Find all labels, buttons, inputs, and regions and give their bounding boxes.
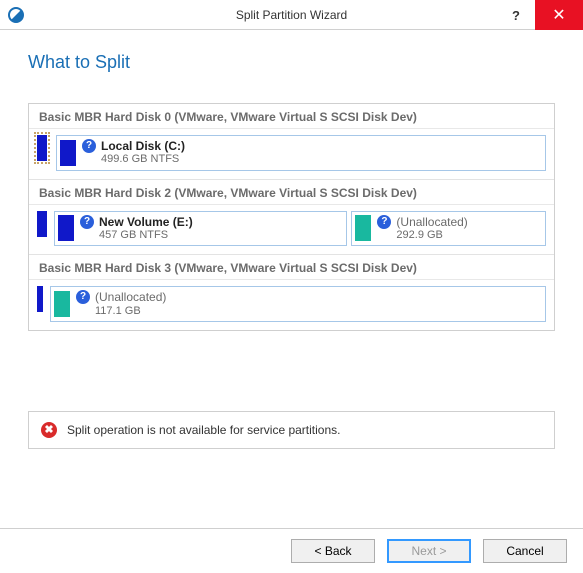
partition-text: ?(Unallocated) 292.9 GB <box>377 215 467 243</box>
warning-box: ✖ Split operation is not available for s… <box>28 411 555 449</box>
disk-header: Basic MBR Hard Disk 0 (VMware, VMware Vi… <box>29 104 554 129</box>
partition-size: 457 GB NTFS <box>99 229 193 242</box>
partition-color-icon <box>58 215 74 241</box>
partition-row: ?(Unallocated) 117.1 GB <box>29 280 554 330</box>
footer: < Back Next > Cancel <box>0 528 583 573</box>
disk-bar-icon <box>37 211 47 237</box>
partition-name: ?New Volume (E:) <box>80 215 193 229</box>
partition-name: ?(Unallocated) <box>76 290 166 304</box>
next-button[interactable]: Next > <box>387 539 471 563</box>
disk-group-1: Basic MBR Hard Disk 2 (VMware, VMware Vi… <box>29 180 554 256</box>
partition-text: ?New Volume (E:) 457 GB NTFS <box>80 215 193 243</box>
error-icon: ✖ <box>41 422 57 438</box>
partition-color-icon <box>60 140 76 166</box>
help-icon: ? <box>377 215 391 229</box>
partition-item[interactable]: ?New Volume (E:) 457 GB NTFS <box>54 211 347 247</box>
disk-list: Basic MBR Hard Disk 0 (VMware, VMware Vi… <box>28 103 555 331</box>
partition-name: ?(Unallocated) <box>377 215 467 229</box>
disk-group-2: Basic MBR Hard Disk 3 (VMware, VMware Vi… <box>29 255 554 330</box>
disk-group-0: Basic MBR Hard Disk 0 (VMware, VMware Vi… <box>29 104 554 180</box>
partition-item[interactable]: ?Local Disk (C:) 499.6 GB NTFS <box>56 135 546 171</box>
content-area: What to Split Basic MBR Hard Disk 0 (VMw… <box>0 30 583 449</box>
disk-bar-icon <box>37 135 47 161</box>
window-controls: ? ✕ <box>497 0 583 30</box>
partition-item[interactable]: ?(Unallocated) 117.1 GB <box>50 286 546 322</box>
disk-header: Basic MBR Hard Disk 3 (VMware, VMware Vi… <box>29 255 554 280</box>
page-heading: What to Split <box>28 52 555 73</box>
close-button[interactable]: ✕ <box>535 0 583 30</box>
titlebar: Split Partition Wizard ? ✕ <box>0 0 583 30</box>
partition-item[interactable]: ?(Unallocated) 292.9 GB <box>351 211 546 247</box>
partition-text: ?Local Disk (C:) 499.6 GB NTFS <box>82 139 185 167</box>
help-icon: ? <box>80 215 94 229</box>
help-button[interactable]: ? <box>497 0 535 30</box>
partition-name: ?Local Disk (C:) <box>82 139 185 153</box>
partition-size: 292.9 GB <box>396 229 467 242</box>
partition-color-icon <box>54 291 70 317</box>
help-icon: ? <box>82 139 96 153</box>
disk-bar-icon <box>37 286 43 312</box>
cancel-button[interactable]: Cancel <box>483 539 567 563</box>
partition-row: ?New Volume (E:) 457 GB NTFS ?(Unallocat… <box>29 205 554 255</box>
partition-row: ?Local Disk (C:) 499.6 GB NTFS <box>29 129 554 179</box>
disk-header: Basic MBR Hard Disk 2 (VMware, VMware Vi… <box>29 180 554 205</box>
partition-size: 499.6 GB NTFS <box>101 153 185 166</box>
partition-color-icon <box>355 215 371 241</box>
window-title: Split Partition Wizard <box>0 8 583 22</box>
back-button[interactable]: < Back <box>291 539 375 563</box>
partition-text: ?(Unallocated) 117.1 GB <box>76 290 166 318</box>
warning-text: Split operation is not available for ser… <box>67 423 340 437</box>
partition-size: 117.1 GB <box>95 305 166 318</box>
help-icon: ? <box>76 290 90 304</box>
